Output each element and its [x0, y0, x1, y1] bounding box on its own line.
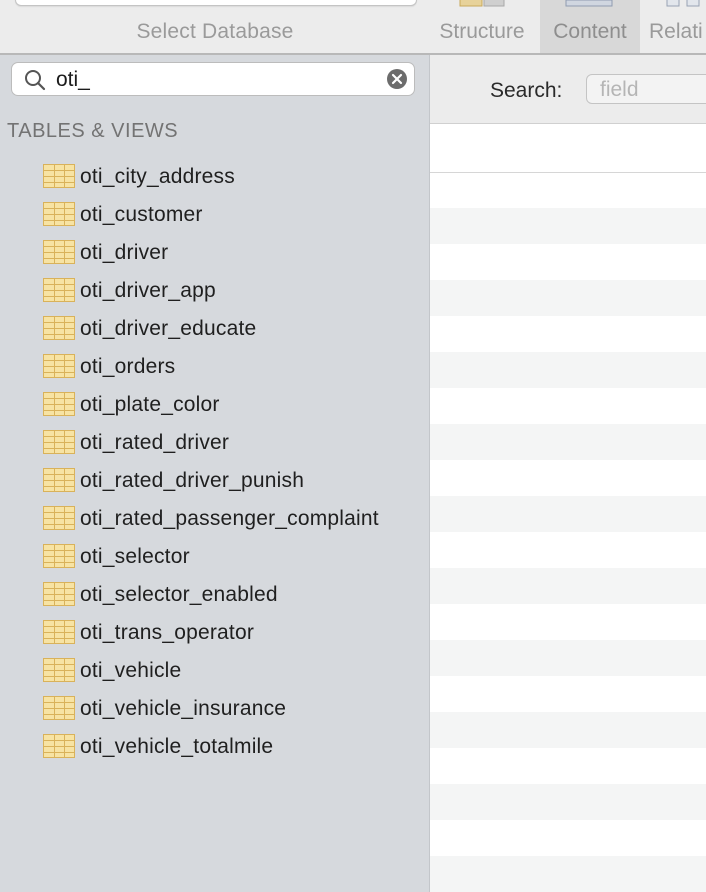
table-row[interactable]: [430, 424, 706, 460]
table-row[interactable]: [430, 856, 706, 892]
table-icon: [43, 164, 75, 188]
table-icon: [43, 316, 75, 340]
field-select-value: field: [600, 78, 639, 101]
table-item[interactable]: oti_driver_educate: [0, 313, 429, 351]
table-item[interactable]: oti_driver: [0, 237, 429, 275]
field-select[interactable]: field: [586, 74, 706, 104]
table-item[interactable]: oti_vehicle_insurance: [0, 693, 429, 731]
tab-relations[interactable]: Relati: [643, 0, 706, 53]
table-name: oti_rated_driver_punish: [80, 469, 305, 492]
table-row[interactable]: [430, 244, 706, 280]
table-item[interactable]: oti_trans_operator: [0, 617, 429, 655]
table-row[interactable]: [430, 280, 706, 316]
table-item[interactable]: oti_vehicle_totalmile: [0, 731, 429, 769]
search-label: Search:: [490, 79, 563, 102]
table-item[interactable]: oti_rated_passenger_complaint: [0, 503, 429, 541]
table-icon: [43, 582, 75, 606]
table-row[interactable]: [430, 820, 706, 856]
table-name: oti_driver_educate: [80, 317, 257, 340]
table-item[interactable]: oti_driver_app: [0, 275, 429, 313]
relations-icon: [666, 0, 700, 7]
table-name: oti_vehicle_insurance: [80, 697, 287, 720]
table-filter-field[interactable]: oti_: [11, 62, 415, 96]
table-row[interactable]: [430, 604, 706, 640]
table-item[interactable]: oti_rated_driver_punish: [0, 465, 429, 503]
table-icon: [43, 506, 75, 530]
table-row[interactable]: [430, 172, 706, 208]
table-row[interactable]: [430, 532, 706, 568]
table-item[interactable]: oti_plate_color: [0, 389, 429, 427]
section-header-tables-views: TABLES & VIEWS: [7, 120, 179, 142]
content-rows: [430, 172, 706, 892]
table-icon: [43, 734, 75, 758]
table-icon: [43, 468, 75, 492]
table-item[interactable]: oti_customer: [0, 199, 429, 237]
structure-icon: [459, 0, 505, 7]
table-list: oti_city_address oti_customer oti_driver…: [0, 161, 429, 769]
database-select[interactable]: [15, 0, 417, 6]
table-row[interactable]: [430, 784, 706, 820]
table-icon: [43, 354, 75, 378]
tab-relations-label: Relati: [649, 20, 703, 43]
table-name: oti_rated_passenger_complaint: [80, 507, 379, 530]
table-icon: [43, 392, 75, 416]
select-database-label: Select Database: [136, 20, 294, 43]
table-row[interactable]: [430, 640, 706, 676]
table-name: oti_city_address: [80, 165, 235, 188]
table-item[interactable]: oti_selector_enabled: [0, 579, 429, 617]
table-item[interactable]: oti_vehicle: [0, 655, 429, 693]
content-filter-bar: Search: field: [430, 55, 706, 124]
table-icon: [43, 430, 75, 454]
table-icon: [43, 202, 75, 226]
table-item[interactable]: oti_orders: [0, 351, 429, 389]
table-row[interactable]: [430, 712, 706, 748]
search-icon: [25, 70, 46, 91]
table-row[interactable]: [430, 496, 706, 532]
tab-content-label: Content: [553, 20, 627, 43]
table-icon: [43, 278, 75, 302]
table-row[interactable]: [430, 568, 706, 604]
content-pane: Search: field: [430, 55, 706, 892]
table-row[interactable]: [430, 748, 706, 784]
table-name: oti_trans_operator: [80, 621, 255, 644]
table-name: oti_selector_enabled: [80, 583, 278, 606]
table-item[interactable]: oti_selector: [0, 541, 429, 579]
table-row[interactable]: [430, 676, 706, 712]
table-name: oti_rated_driver: [80, 431, 230, 454]
table-header-row[interactable]: [430, 124, 706, 173]
toolbar: Select Database Structure Content Relati: [0, 0, 706, 55]
table-row[interactable]: [430, 460, 706, 496]
table-icon: [43, 658, 75, 682]
filter-input-value[interactable]: oti_: [56, 68, 90, 92]
table-name: oti_driver_app: [80, 279, 216, 302]
tab-structure-label: Structure: [439, 20, 525, 43]
table-row[interactable]: [430, 208, 706, 244]
table-row[interactable]: [430, 352, 706, 388]
table-name: oti_plate_color: [80, 393, 220, 416]
table-name: oti_vehicle: [80, 659, 182, 682]
table-icon: [43, 620, 75, 644]
table-name: oti_selector: [80, 545, 190, 568]
table-icon: [43, 696, 75, 720]
clear-icon[interactable]: [386, 68, 408, 90]
table-icon: [43, 240, 75, 264]
table-item[interactable]: oti_city_address: [0, 161, 429, 199]
content-icon: [565, 0, 613, 7]
table-name: oti_driver: [80, 241, 169, 264]
sidebar: oti_ TABLES & VIEWS oti_city_address oti…: [0, 55, 430, 892]
table-name: oti_vehicle_totalmile: [80, 735, 274, 758]
table-icon: [43, 544, 75, 568]
table-row[interactable]: [430, 388, 706, 424]
table-name: oti_orders: [80, 355, 176, 378]
table-row[interactable]: [430, 316, 706, 352]
table-item[interactable]: oti_rated_driver: [0, 427, 429, 465]
table-name: oti_customer: [80, 203, 203, 226]
tab-structure[interactable]: Structure: [430, 0, 534, 53]
tab-content[interactable]: Content: [540, 0, 640, 53]
